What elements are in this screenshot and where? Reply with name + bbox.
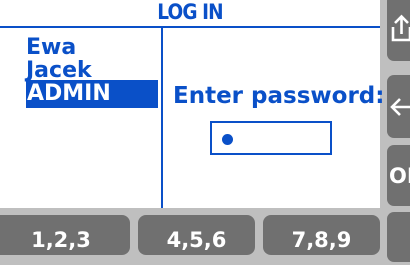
user-item-admin[interactable]: ADMIN: [26, 80, 158, 108]
keypad-button-456[interactable]: 4,5,6: [138, 215, 255, 255]
ok-button[interactable]: OK: [387, 145, 410, 206]
side-extra-button[interactable]: [387, 212, 410, 262]
keypad-button-789[interactable]: 7,8,9: [263, 215, 380, 255]
login-screen: LOG IN Ewa Jacek ADMIN Enter password:: [0, 0, 385, 208]
keypad-button-123[interactable]: 1,2,3: [0, 215, 130, 255]
page-title: LOG IN: [157, 0, 223, 24]
title-underline: [0, 26, 380, 28]
ok-label: OK: [389, 163, 410, 188]
password-field[interactable]: [210, 121, 332, 155]
panel-divider: [161, 27, 163, 208]
password-mask-dot: [222, 134, 233, 145]
password-prompt: Enter password:: [173, 83, 385, 109]
back-arrow-icon: [389, 95, 410, 119]
back-button[interactable]: [387, 75, 410, 138]
export-icon: [390, 13, 410, 43]
export-button[interactable]: [387, 0, 410, 61]
